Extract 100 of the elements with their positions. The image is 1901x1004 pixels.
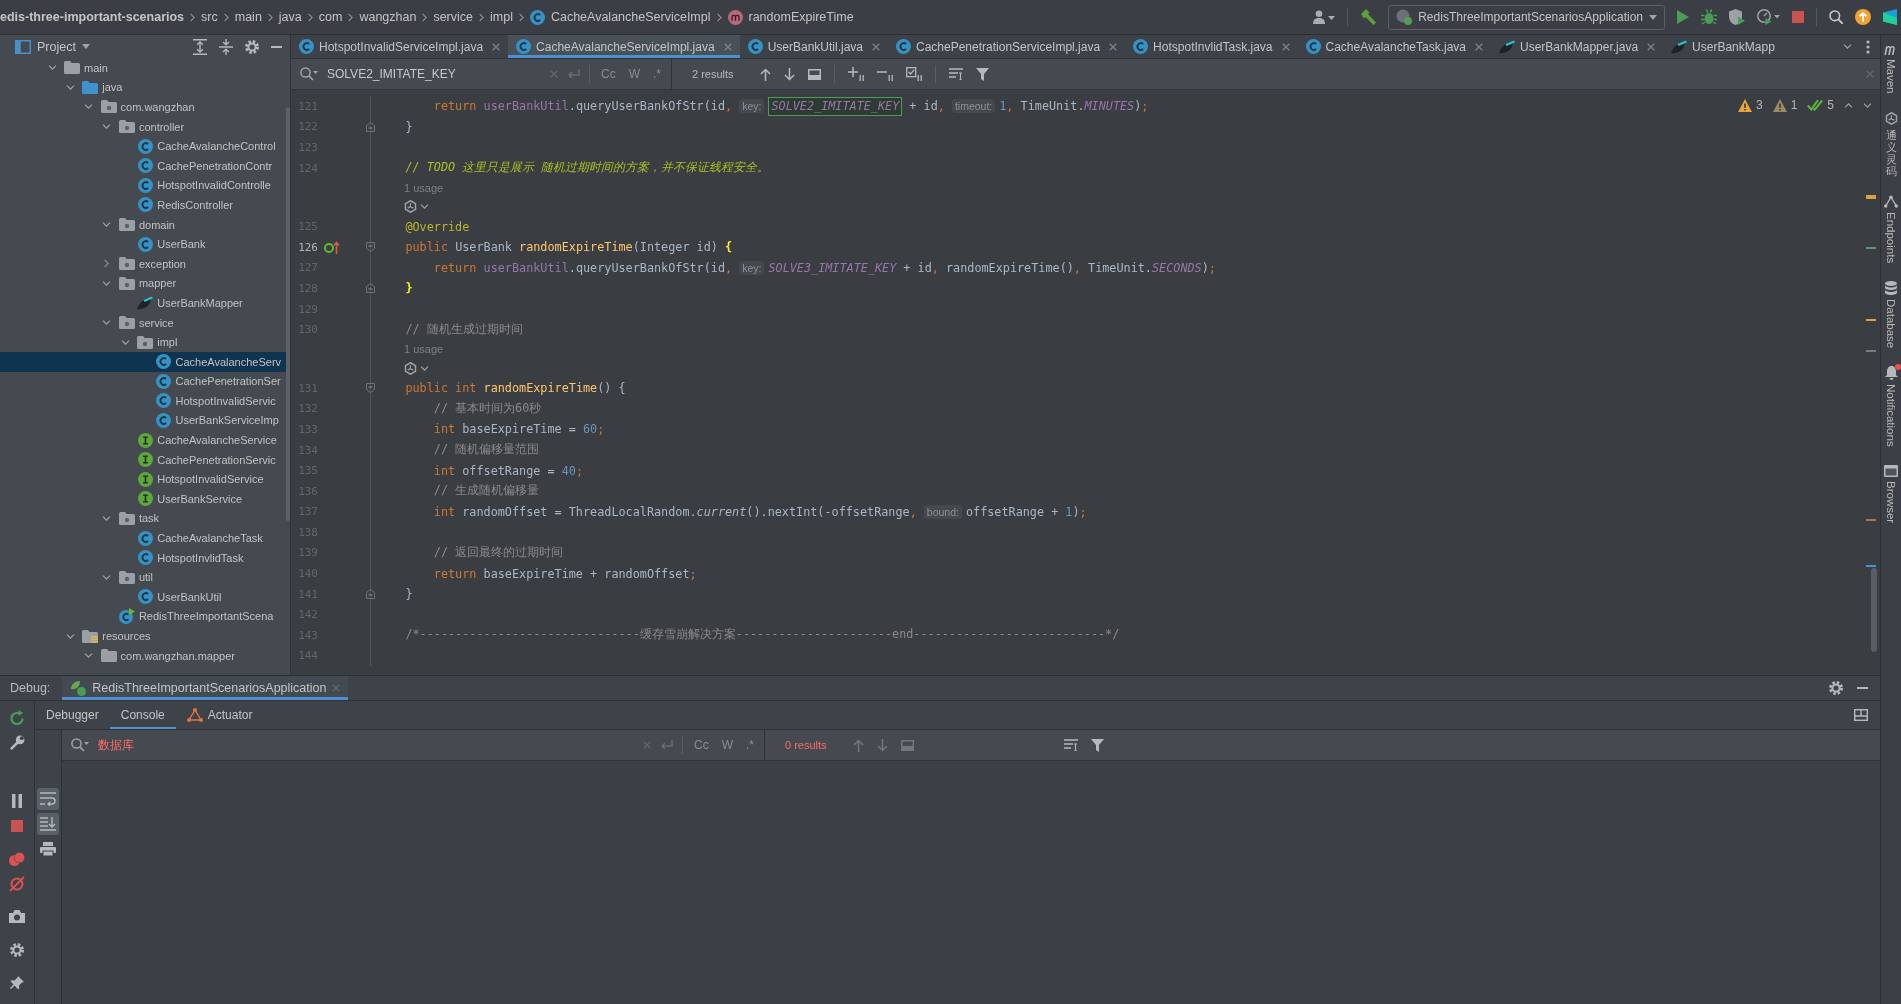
lines-icon[interactable] — [948, 68, 963, 80]
newline-icon[interactable] — [660, 739, 673, 751]
panel-tab[interactable]: Debugger — [35, 701, 110, 729]
gauge-icon[interactable] — [1757, 9, 1780, 25]
pause-icon[interactable] — [11, 793, 23, 808]
tree-item[interactable]: impl — [0, 332, 290, 352]
tool-window-button[interactable]: 通义灵码 — [1884, 111, 1898, 177]
logo-icon[interactable] — [404, 200, 417, 214]
stop-icon[interactable] — [11, 819, 23, 832]
tree-item[interactable]: HotspotInvalidControlle — [0, 175, 290, 196]
tool-window-button[interactable]: Browser — [1884, 464, 1898, 524]
slashed-circle-icon[interactable] — [9, 875, 25, 892]
usage-link[interactable]: 1 usage — [404, 343, 444, 356]
tree-item[interactable]: UserBankService — [0, 489, 290, 509]
hammer-icon[interactable] — [1360, 9, 1377, 25]
inspection-counter[interactable]: 5 — [1807, 98, 1834, 112]
tree-item[interactable]: HotspotInvlidTask — [0, 547, 290, 568]
tree-item[interactable]: RedisThreeImportantScena — [0, 606, 290, 627]
breadcrumb-item[interactable]: main — [234, 10, 262, 24]
editor-tab[interactable]: CacheAvalancheServiceImpl.java — [508, 35, 740, 58]
logo-icon[interactable] — [404, 361, 417, 375]
search-field[interactable]: 数据库 Cc W .* — [62, 730, 765, 760]
chevron-down-icon[interactable] — [65, 633, 75, 639]
chevron-down-icon[interactable] — [102, 574, 112, 580]
shield-play-icon[interactable] — [1729, 9, 1745, 25]
tree-item[interactable]: CachePenetrationSer — [0, 371, 290, 392]
close-icon[interactable] — [492, 42, 501, 51]
tree-item[interactable]: main — [0, 58, 290, 78]
inspection-counter[interactable]: 3 — [1737, 98, 1763, 112]
toolbar-toggle[interactable] — [37, 813, 59, 835]
expand-all-icon[interactable] — [193, 38, 207, 55]
gear-icon[interactable] — [245, 39, 259, 54]
chevron-down-icon[interactable] — [102, 222, 112, 228]
breakpoints-icon[interactable] — [9, 851, 25, 866]
chevron-down-icon[interactable] — [102, 320, 112, 325]
tool-window-button[interactable]: Maven — [1884, 45, 1898, 94]
filter-icon[interactable] — [1090, 738, 1104, 752]
chevron-down-icon[interactable] — [420, 204, 429, 210]
window-icon[interactable] — [807, 68, 821, 80]
chevron-down-icon[interactable] — [102, 280, 112, 286]
tree-item[interactable]: CacheAvalancheControl — [0, 136, 290, 156]
circular-arrow-icon[interactable] — [9, 709, 25, 726]
editor-tab[interactable]: UserBankMapper.java — [1491, 35, 1664, 58]
chevron-right-icon[interactable] — [104, 259, 110, 269]
arrow-up-circle-icon[interactable] — [1855, 9, 1871, 25]
fold-marker-icon[interactable] — [365, 242, 375, 253]
panel-tab[interactable]: Actuator — [175, 701, 264, 729]
chevron-down-icon[interactable] — [102, 124, 112, 130]
checkbox-icon[interactable] — [905, 67, 922, 81]
newline-icon[interactable] — [567, 68, 580, 80]
tree-item[interactable]: exception — [0, 253, 290, 274]
search-option-toggle[interactable]: Cc — [692, 738, 711, 752]
arrow-up-icon[interactable] — [759, 67, 771, 81]
chevron-down-icon[interactable] — [65, 84, 75, 90]
tree-item[interactable]: UserBankUtil — [0, 587, 290, 607]
breadcrumb-item[interactable]: src — [201, 10, 218, 24]
close-icon[interactable] — [1647, 42, 1656, 51]
play-icon[interactable] — [1677, 10, 1689, 24]
search-icon[interactable] — [1829, 10, 1843, 24]
tree-item[interactable]: controller — [0, 116, 290, 137]
arrow-down-icon[interactable] — [783, 67, 795, 81]
close-icon[interactable] — [1109, 42, 1118, 51]
logo-icon[interactable] — [1883, 9, 1897, 25]
tree-item[interactable]: CacheAvalancheService — [0, 430, 290, 450]
search-icon[interactable] — [300, 67, 318, 81]
lines-icon[interactable] — [1063, 739, 1078, 751]
editor-tab[interactable]: CachePenetrationServiceImpl.java — [888, 35, 1126, 58]
editor-tab[interactable]: UserBankMapp — [1663, 35, 1783, 58]
tree-item[interactable]: CachePenetrationContr — [0, 155, 290, 176]
fold-marker-icon[interactable] — [365, 589, 375, 600]
gear-icon[interactable] — [10, 942, 24, 957]
editor-tab[interactable]: HotspotInvlidTask.java — [1125, 35, 1298, 58]
fold-marker-icon[interactable] — [365, 121, 375, 132]
editor-tab[interactable]: HotspotInvalidServiceImpl.java — [291, 35, 509, 58]
inspection-counter[interactable]: 1 — [1772, 98, 1798, 112]
search-option-toggle[interactable]: .* — [651, 67, 663, 81]
breadcrumb-item[interactable]: CacheAvalancheServiceImpl — [550, 10, 711, 24]
filter-icon[interactable] — [975, 67, 989, 81]
tree-item[interactable]: com.wangzhan.mapper — [0, 645, 290, 666]
chevron-down-icon[interactable] — [84, 653, 94, 659]
close-icon[interactable] — [872, 42, 880, 51]
close-icon[interactable] — [1281, 42, 1290, 51]
tool-window-button[interactable]: Notifications — [1884, 366, 1898, 447]
chevron-down-icon[interactable] — [420, 365, 429, 371]
tree-item[interactable]: HotspotInvalidService — [0, 469, 290, 490]
more-icon[interactable] — [1866, 39, 1870, 54]
tree-item[interactable]: RedisController — [0, 195, 290, 215]
bug-icon[interactable] — [1701, 9, 1717, 25]
tool-window-button[interactable]: Endpoints — [1884, 194, 1898, 264]
chevron-down-icon[interactable] — [102, 515, 112, 521]
tree-item[interactable]: CachePenetrationServic — [0, 449, 290, 470]
toolbar-toggle[interactable] — [37, 788, 59, 810]
plus-icon[interactable] — [847, 67, 864, 81]
chevron-down-icon[interactable] — [1863, 102, 1872, 108]
chevron-down-icon[interactable] — [1843, 44, 1852, 49]
tree-item[interactable]: CacheAvalancheTask — [0, 528, 290, 548]
tree-item[interactable]: util — [0, 567, 290, 588]
tree-item[interactable]: java — [0, 77, 290, 98]
breadcrumb-item[interactable]: com — [318, 10, 343, 24]
editor-tab[interactable]: UserBankUtil.java — [739, 35, 888, 58]
